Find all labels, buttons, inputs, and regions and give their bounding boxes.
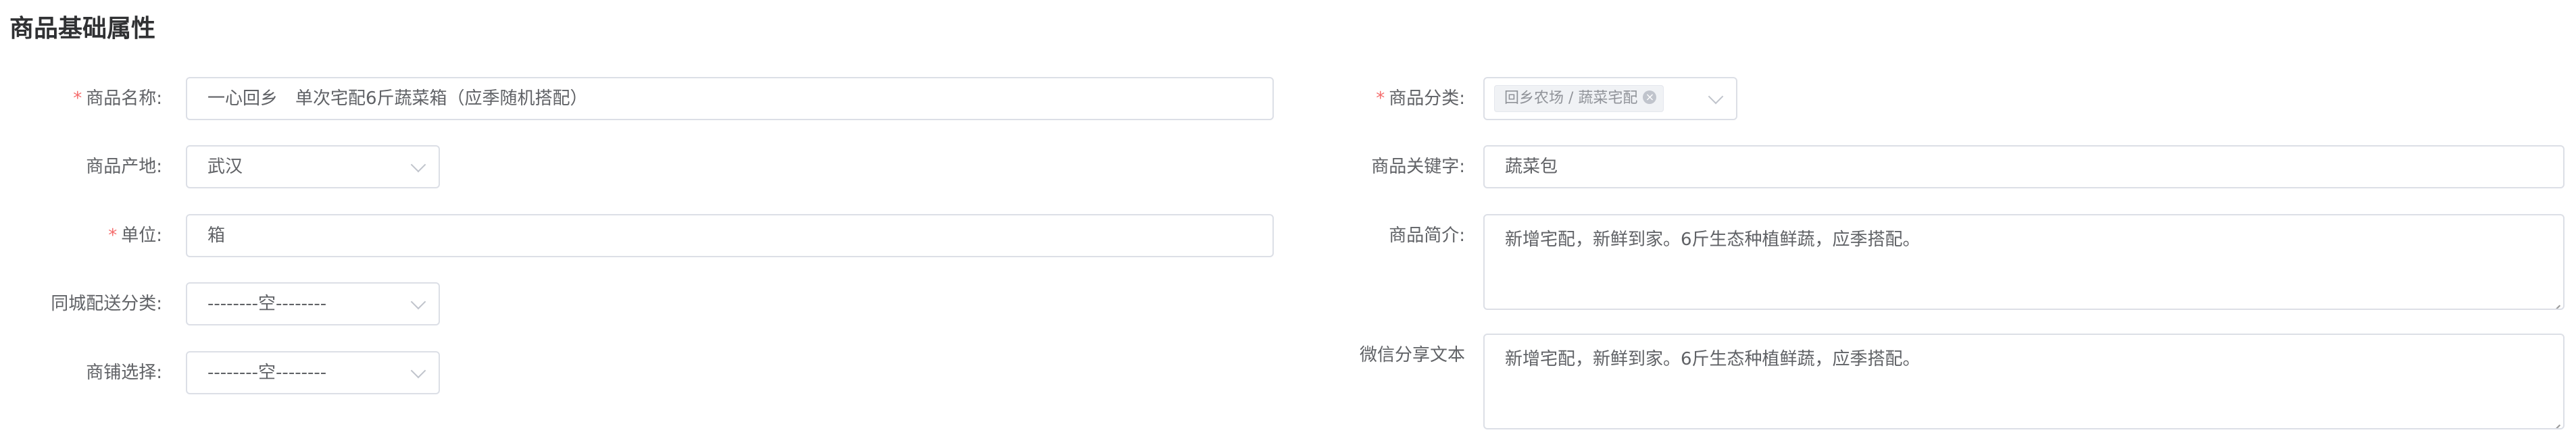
- required-mark: *: [1376, 88, 1385, 109]
- shop-select-value: --------空--------: [207, 363, 327, 383]
- close-icon[interactable]: ×: [1643, 90, 1657, 104]
- product-category-label-text: 商品分类:: [1389, 88, 1465, 109]
- product-name-label-text: 商品名称:: [86, 88, 162, 109]
- product-origin-value: 武汉: [207, 157, 243, 177]
- wechat-share-value: 新增宅配，新鲜到家。6斤生态种植鲜蔬，应季搭配。: [1505, 349, 1921, 369]
- product-name-label: * 商品名称:: [41, 86, 162, 111]
- category-tag: 回乡农场 / 蔬菜宅配 ×: [1494, 85, 1664, 112]
- shop-select-label: 商铺选择:: [41, 361, 162, 385]
- city-delivery-value: --------空--------: [207, 294, 327, 314]
- shop-select[interactable]: --------空--------: [186, 351, 440, 394]
- product-name-input[interactable]: 一心回乡 单次宅配6斤蔬菜箱（应季随机搭配）: [186, 77, 1274, 120]
- wechat-share-label-text: 微信分享文本: [1359, 345, 1465, 365]
- product-intro-label-text: 商品简介:: [1389, 226, 1465, 246]
- city-delivery-label-text: 同城配送分类:: [51, 294, 162, 314]
- resize-handle-icon[interactable]: [2551, 296, 2560, 306]
- category-tag-text: 回乡农场 / 蔬菜宅配: [1504, 90, 1638, 107]
- city-delivery-select[interactable]: --------空--------: [186, 282, 440, 325]
- wechat-share-label: 微信分享文本: [1324, 343, 1465, 367]
- unit-label: * 单位:: [41, 224, 162, 248]
- product-keywords-input[interactable]: 蔬菜包: [1483, 145, 2565, 188]
- product-keywords-label-text: 商品关键字:: [1371, 157, 1465, 177]
- product-intro-label: 商品简介:: [1345, 224, 1465, 248]
- section-title: 商品基础属性: [9, 15, 156, 43]
- shop-select-label-text: 商铺选择:: [86, 363, 162, 383]
- product-category-label: * 商品分类:: [1345, 86, 1465, 111]
- product-origin-label: 商品产地:: [41, 155, 162, 179]
- product-origin-label-text: 商品产地:: [86, 157, 162, 177]
- unit-value: 箱: [207, 226, 226, 246]
- product-keywords-value: 蔬菜包: [1505, 157, 1558, 177]
- product-intro-value: 新增宅配，新鲜到家。6斤生态种植鲜蔬，应季搭配。: [1505, 230, 1921, 250]
- wechat-share-textarea[interactable]: 新增宅配，新鲜到家。6斤生态种植鲜蔬，应季搭配。: [1483, 334, 2565, 429]
- chevron-down-icon: [1708, 88, 1724, 105]
- product-keywords-label: 商品关键字:: [1324, 155, 1465, 179]
- resize-handle-icon[interactable]: [2551, 416, 2560, 425]
- unit-input[interactable]: 箱: [186, 214, 1274, 257]
- product-origin-select[interactable]: 武汉: [186, 145, 440, 188]
- city-delivery-label: 同城配送分类:: [14, 292, 162, 316]
- required-mark: *: [108, 226, 118, 246]
- required-mark: *: [73, 88, 82, 109]
- product-intro-textarea[interactable]: 新增宅配，新鲜到家。6斤生态种植鲜蔬，应季搭配。: [1483, 214, 2565, 310]
- chevron-down-icon: [410, 294, 426, 310]
- product-category-select[interactable]: 回乡农场 / 蔬菜宅配 ×: [1483, 77, 1737, 120]
- unit-label-text: 单位:: [121, 226, 162, 246]
- chevron-down-icon: [410, 363, 426, 379]
- chevron-down-icon: [410, 157, 426, 173]
- product-name-value: 一心回乡 单次宅配6斤蔬菜箱（应季随机搭配）: [207, 88, 588, 109]
